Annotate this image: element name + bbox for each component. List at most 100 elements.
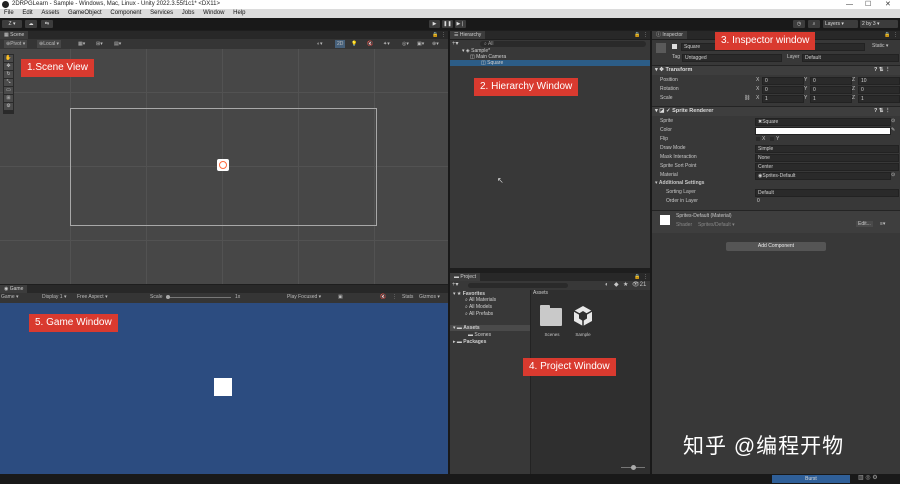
fav-all-models[interactable]: ⌕ All Models xyxy=(450,304,530,310)
scenes-folder[interactable]: ▬ Scenes xyxy=(450,332,530,338)
pivot-dropdown[interactable]: ⊕Pivot ▾ xyxy=(4,40,28,48)
scale-slider-handle[interactable] xyxy=(166,295,170,299)
tag-dropdown[interactable]: Untagged xyxy=(682,54,782,62)
sprite-field[interactable]: ✖Square xyxy=(755,118,891,126)
mask-interaction-dropdown[interactable]: None xyxy=(755,154,899,162)
minimize-icon[interactable]: — xyxy=(846,0,853,9)
tab-project[interactable]: ▬ Project xyxy=(450,273,480,281)
menu-help[interactable]: Help xyxy=(233,10,245,16)
kebab-menu-icon[interactable]: ⋮ xyxy=(441,31,446,39)
hidden-objects-icon[interactable]: ◎▾ xyxy=(402,40,409,49)
layers-dropdown[interactable]: Layers ▾ xyxy=(823,20,858,28)
sprite-renderer-header[interactable]: ▾ ◪ ✓ Sprite Renderer? ⇅ ⋮ xyxy=(652,106,900,116)
hidden-packages-icon[interactable]: 👁21 xyxy=(632,281,646,290)
gizmos-toggle[interactable]: Gizmos ▾ xyxy=(419,293,440,302)
menu-component[interactable]: Component xyxy=(110,10,141,16)
create-asset-button[interactable]: +▾ xyxy=(452,281,459,290)
menu-edit[interactable]: Edit xyxy=(22,10,32,16)
component-help-icon[interactable]: ? ⇅ ⋮ xyxy=(874,107,891,116)
step-button[interactable]: ▶❘ xyxy=(455,20,466,28)
grid-visibility-icon[interactable]: ▤▾ xyxy=(114,40,121,49)
lighting-icon[interactable]: 💡 xyxy=(351,40,357,49)
edit-shader-button[interactable]: Edit... xyxy=(856,221,873,227)
tab-hierarchy[interactable]: ☰ Hierarchy xyxy=(450,31,486,39)
account-button[interactable]: Z ▾ xyxy=(2,20,22,28)
add-component-button[interactable]: Add Component xyxy=(726,242,826,251)
tab-inspector[interactable]: ⓘ Inspector xyxy=(652,31,687,39)
rotation-x-field[interactable]: 0 xyxy=(762,86,804,94)
additional-settings-header[interactable]: ▾ Additional Settings xyxy=(652,179,900,187)
icon-size-slider-handle[interactable] xyxy=(631,465,636,470)
object-picker-icon[interactable]: ⊙ xyxy=(891,117,895,125)
menu-file[interactable]: File xyxy=(4,10,14,16)
square-sprite-scene[interactable] xyxy=(217,159,229,171)
color-swatch[interactable] xyxy=(755,127,891,135)
cloud-icon[interactable]: ☁ xyxy=(25,20,37,28)
scenes-folder-icon[interactable] xyxy=(540,308,562,326)
flip-x-checkbox[interactable] xyxy=(756,137,760,141)
audio-icon[interactable]: 🔇 xyxy=(367,40,373,49)
game-settings-icon[interactable]: ⋮ xyxy=(392,293,397,302)
hierarchy-search-input[interactable]: ⌕ All xyxy=(480,41,646,47)
object-picker-icon[interactable]: ⊙ xyxy=(891,171,895,179)
draw-mode-dropdown[interactable]: Simple xyxy=(755,145,899,153)
menu-assets[interactable]: Assets xyxy=(41,10,59,16)
hierarchy-lock-icon[interactable]: 🔒 xyxy=(634,31,640,39)
static-dropdown[interactable]: Static ▾ xyxy=(872,43,888,49)
play-button[interactable]: ▶ xyxy=(429,20,440,28)
scale-x-field[interactable]: 1 xyxy=(762,95,804,103)
game-mode-dropdown[interactable]: Game ▾ xyxy=(1,293,19,302)
display-dropdown[interactable]: Display 1 ▾ xyxy=(42,293,66,302)
inspector-lock-icon[interactable]: 🔒 xyxy=(884,31,890,39)
rotation-z-field[interactable]: 0 xyxy=(858,86,900,94)
hierarchy-item-square[interactable]: ◫ Square xyxy=(450,60,650,66)
burst-indicator[interactable]: Burst xyxy=(772,475,850,483)
position-x-field[interactable]: 0 xyxy=(762,77,804,85)
status-icons[interactable]: ▥ ◎ ⚙ xyxy=(858,474,878,481)
filter-label-icon[interactable]: ◆ xyxy=(614,281,619,290)
active-checkbox[interactable] xyxy=(672,44,677,49)
menu-window[interactable]: Window xyxy=(203,10,224,16)
menu-services[interactable]: Services xyxy=(150,10,173,16)
frame-debugger-icon[interactable]: ▣ xyxy=(338,293,343,302)
layout-dropdown[interactable]: 2 by 3 ▾ xyxy=(860,20,898,28)
collab-icon[interactable]: ⇆ xyxy=(41,20,53,28)
grid-snap-icon[interactable]: ▦▾ xyxy=(78,40,85,49)
packages-folder[interactable]: ▸ ▬ Packages xyxy=(450,339,530,345)
gizmos-icon[interactable]: ⊕▾ xyxy=(432,40,439,49)
link-icon[interactable]: ⛓ xyxy=(744,94,750,102)
favorite-filter-icon[interactable]: ★ xyxy=(623,281,628,290)
transform-tool-icon[interactable]: ⊞ xyxy=(4,95,13,102)
sorting-layer-dropdown[interactable]: Default xyxy=(755,189,899,197)
sort-point-dropdown[interactable]: Center xyxy=(755,163,899,171)
scale-y-field[interactable]: 1 xyxy=(810,95,852,103)
snap-increment-icon[interactable]: ⊞▾ xyxy=(96,40,103,49)
effects-icon[interactable]: ✦▾ xyxy=(383,40,390,49)
local-dropdown[interactable]: ⊕Local ▾ xyxy=(37,40,62,48)
project-lock-icon[interactable]: 🔒 xyxy=(634,273,640,281)
shader-dropdown[interactable]: Sprites/Default ▾ xyxy=(698,222,735,228)
position-z-field[interactable]: 10 xyxy=(858,77,900,85)
history-icon[interactable]: ◷ xyxy=(793,20,805,28)
fav-all-prefabs[interactable]: ⌕ All Prefabs xyxy=(450,311,530,317)
maximize-icon[interactable]: ☐ xyxy=(865,0,871,9)
layer-dropdown[interactable]: Default xyxy=(802,54,899,62)
transform-header[interactable]: ▾ ✥ Transform? ⇅ ⋮ xyxy=(652,65,900,75)
menu-gameobject[interactable]: GameObject xyxy=(68,10,102,16)
scale-slider[interactable] xyxy=(166,297,231,298)
shader-options-icon[interactable]: ≡▾ xyxy=(880,221,885,227)
stats-toggle[interactable]: Stats xyxy=(402,293,413,302)
rotation-y-field[interactable]: 0 xyxy=(810,86,852,94)
move-tool-icon[interactable]: ✥ xyxy=(4,63,13,70)
audio-mute-icon[interactable]: 🔇 xyxy=(380,293,386,302)
hierarchy-menu-icon[interactable]: ⋮ xyxy=(643,31,648,39)
2d-toggle[interactable]: 2D xyxy=(335,40,346,48)
filter-type-icon[interactable]: ◐ xyxy=(605,281,609,290)
rect-tool-icon[interactable]: ▭ xyxy=(4,87,13,94)
menu-jobs[interactable]: Jobs xyxy=(182,10,195,16)
assets-folder[interactable]: ▾ ▬ Assets xyxy=(450,325,530,331)
order-in-layer-field[interactable]: 0 xyxy=(755,198,897,204)
play-focused-dropdown[interactable]: Play Focused ▾ xyxy=(287,293,321,302)
scene-viewport[interactable]: 1.Scene View xyxy=(0,49,448,284)
scale-z-field[interactable]: 1 xyxy=(858,95,900,103)
